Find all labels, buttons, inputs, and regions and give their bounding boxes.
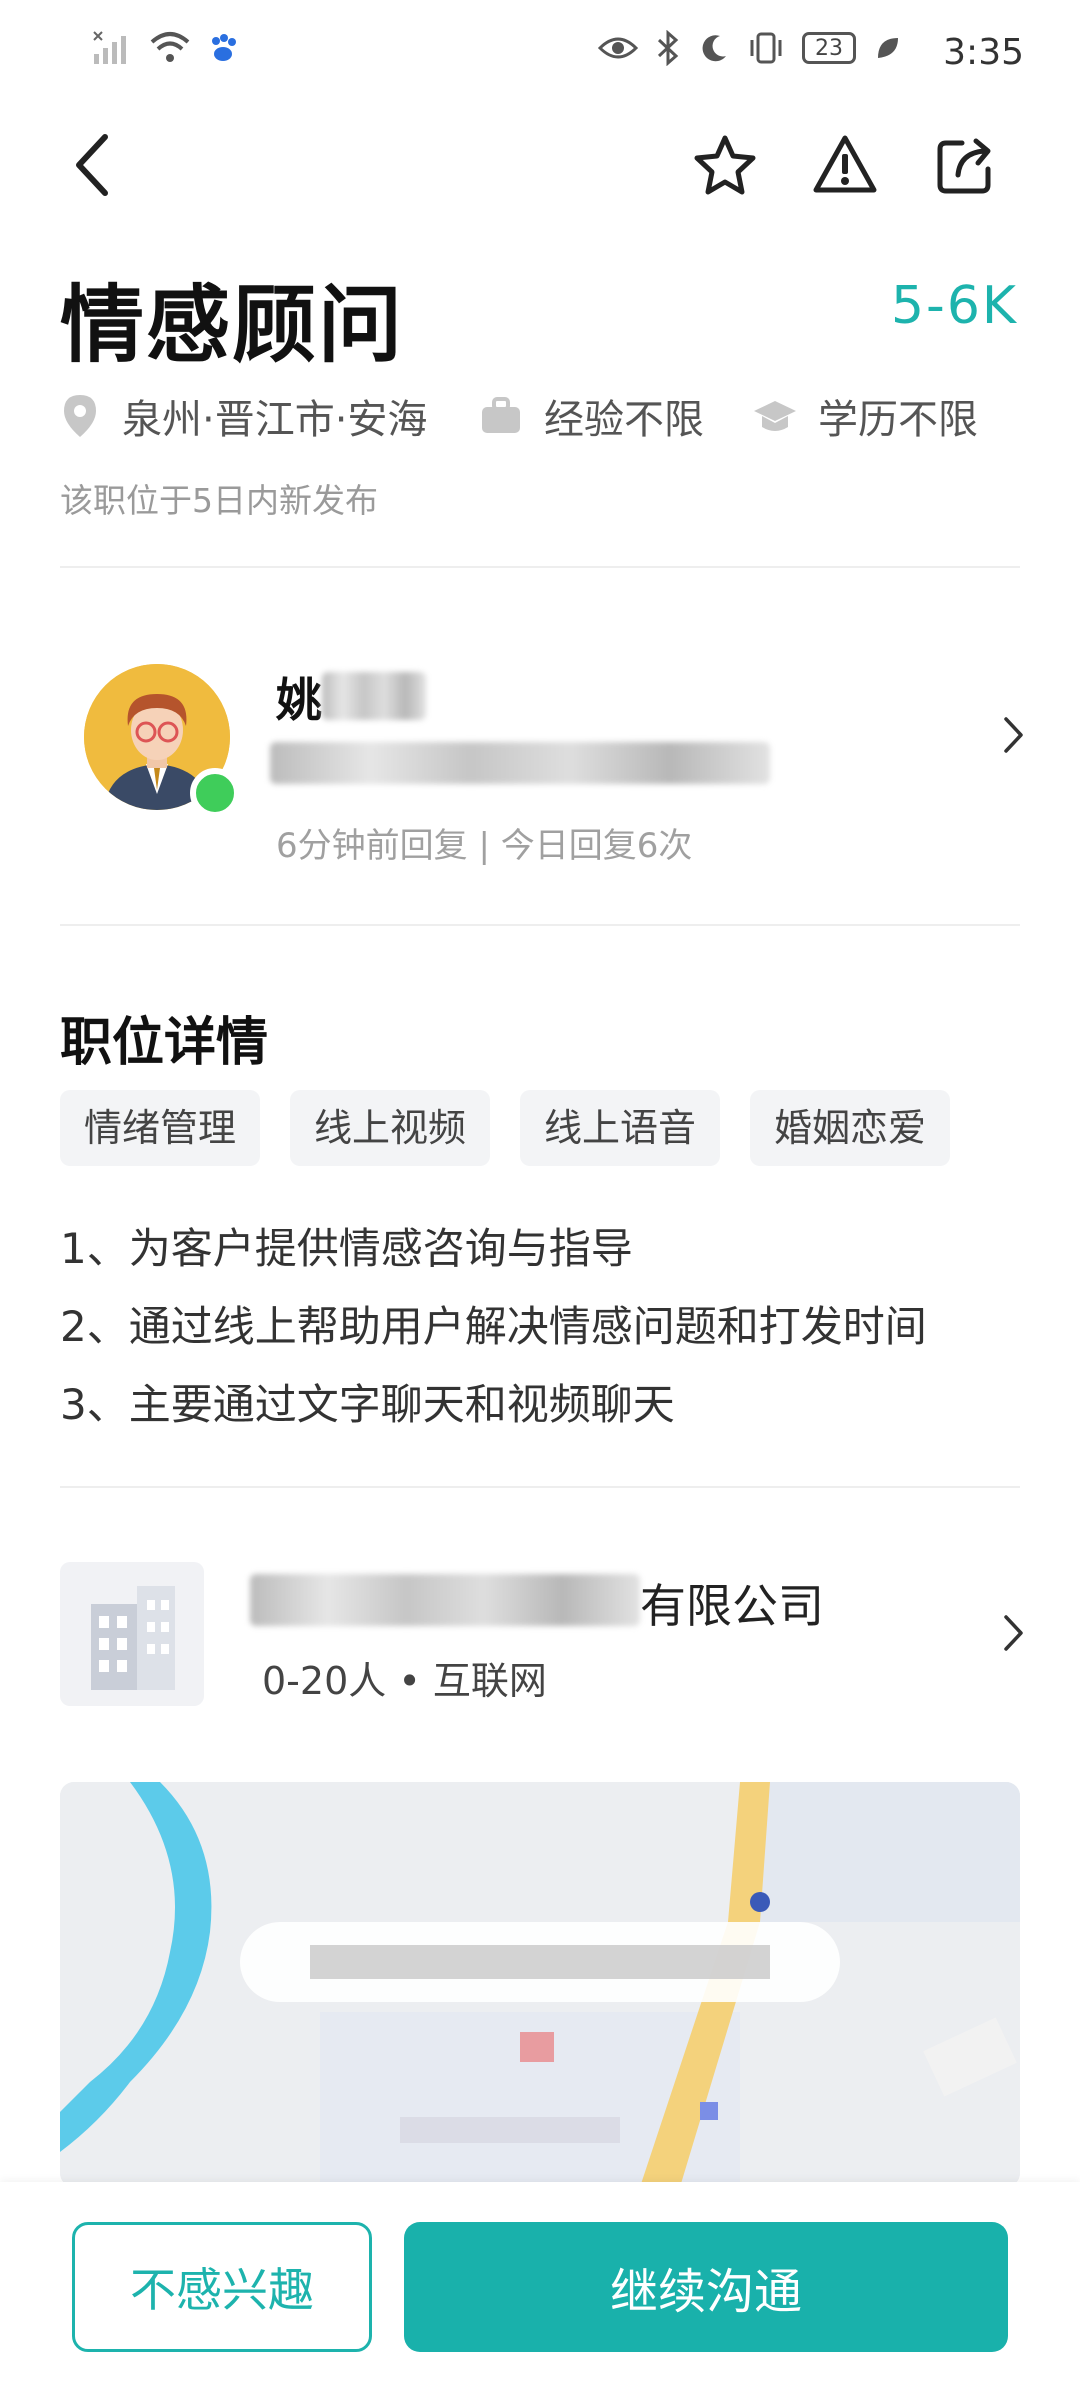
location-pin-icon [64,395,96,437]
report-button[interactable] [800,120,890,210]
signal-icon [93,31,126,64]
company-logo [60,1562,204,1706]
status-bar: 23 3:35 [0,0,1080,105]
chevron-right-icon [1004,1615,1023,1651]
divider [60,1486,1020,1488]
graduation-cap-icon [754,401,796,431]
company-name: 有限公司 [640,1579,824,1633]
job-experience: 经验不限 [480,386,704,446]
status-left-icons [92,30,238,66]
posted-note: 该职位于5日内新发布 [60,481,378,520]
divider [60,924,1020,926]
star-icon [694,135,756,195]
job-tag: 情绪管理 [60,1090,261,1166]
location-map[interactable] [60,1782,1020,2187]
job-location: 泉州·晋江市·安海 [60,386,427,446]
back-arrow-icon [76,134,108,196]
favorite-button[interactable] [680,120,770,210]
job-description: 1、为客户提供情感咨询与指导 2、通过线上帮助用户解决情感问题和打发时间 3、主… [60,1210,927,1444]
vibrate-icon [750,32,782,64]
eye-icon [598,37,638,59]
description-line: 2、通过线上帮助用户解决情感问题和打发时间 [60,1302,927,1351]
company-name-redacted [250,1574,640,1626]
job-education: 学历不限 [752,386,978,446]
job-tags: 情绪管理 线上视频 线上语音 婚姻恋爱 [60,1090,951,1166]
report-icon [813,135,877,193]
leaf-icon [878,38,898,58]
job-salary: 5-6K [890,276,1018,336]
back-button[interactable] [48,120,138,210]
job-tag: 婚姻恋爱 [750,1090,951,1166]
map-image [60,1782,1020,2187]
description-line: 1、为客户提供情感咨询与指导 [60,1224,633,1273]
online-status-dot [190,768,240,818]
status-time: 3:35 [943,32,1024,73]
building-icon [91,1586,175,1690]
job-title: 情感顾问 [60,276,405,374]
education-text: 学历不限 [818,397,978,443]
divider [60,566,1020,568]
continue-chat-button[interactable]: 继续沟通 [404,2222,1008,2352]
bluetooth-icon [657,30,679,66]
baidu-paw-icon [212,34,236,61]
battery-indicator: 23 [802,32,856,64]
job-tag: 线上视频 [290,1090,491,1166]
recruiter-name-redacted [322,672,426,720]
company-info: 0-20人 • 互联网 [262,1659,547,1703]
description-line: 3、主要通过文字聊天和视频聊天 [60,1380,675,1429]
recruiter-reply-info: 6分钟前回复 | 今日回复6次 [276,826,693,866]
wifi-icon [150,32,190,62]
briefcase-icon [482,397,520,433]
section-title-details: 职位详情 [60,1013,269,1073]
share-button[interactable] [920,120,1010,210]
not-interested-button[interactable]: 不感兴趣 [72,2222,372,2352]
share-icon [937,138,991,194]
job-tag: 线上语音 [520,1090,721,1166]
recruiter-name: 姚 [276,664,322,730]
moon-icon [702,35,726,62]
recruiter-company-redacted [270,742,770,784]
recruiter-chevron[interactable] [994,710,1034,760]
chevron-right-icon [1004,717,1023,753]
company-chevron[interactable] [994,1608,1034,1658]
experience-text: 经验不限 [544,397,704,443]
recruiter-name-visible: 姚 [276,673,322,727]
location-text: 泉州·晋江市·安海 [122,397,428,443]
status-right-icons: 23 [598,30,900,66]
